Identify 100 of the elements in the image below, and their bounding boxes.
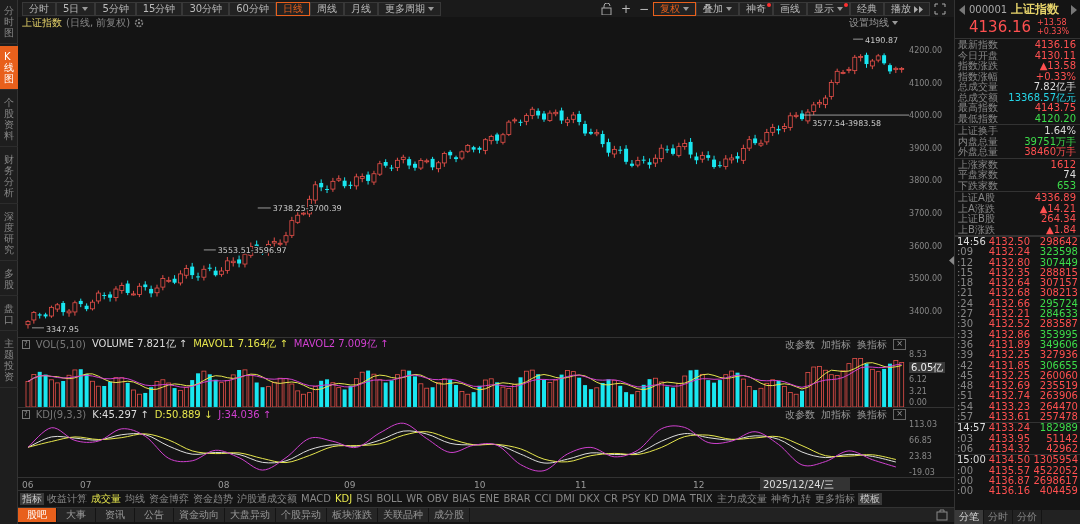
indicator-action[interactable]: 加指标 xyxy=(821,409,852,420)
ma-settings-button[interactable]: 设置均线 xyxy=(849,16,898,30)
indicator-button[interactable]: 模板 xyxy=(857,493,882,505)
period-tab[interactable]: 30分钟 xyxy=(182,2,230,16)
period-tab[interactable]: 60分钟 xyxy=(229,2,276,16)
indicator-tab[interactable]: KD xyxy=(643,493,660,505)
indicator-tab[interactable]: 收益计算 xyxy=(46,493,88,505)
indicator-tab[interactable]: 均线 xyxy=(124,493,146,505)
trade-volume: 295724 xyxy=(1038,298,1078,309)
sidebar-tab[interactable]: 多股 xyxy=(0,263,18,296)
indicator-tab[interactable]: DMA xyxy=(661,493,687,505)
period-tab[interactable]: 15分钟 xyxy=(135,2,183,16)
close-button[interactable]: × xyxy=(893,339,906,350)
indicator-tab[interactable]: DMI xyxy=(554,493,576,505)
quote-tab[interactable]: 分笔 xyxy=(955,510,984,524)
lock-icon[interactable] xyxy=(599,3,614,15)
toolbar-button[interactable]: 叠加 xyxy=(696,2,739,16)
toolbar-button[interactable]: 播放 xyxy=(884,2,930,16)
indicator-tab[interactable]: 资金趋势 xyxy=(192,493,234,505)
trade-price: 4131.89 xyxy=(987,339,1030,350)
axis-label: 08 xyxy=(218,480,230,490)
period-tab[interactable]: 5日 xyxy=(56,2,96,16)
toolbar-button[interactable]: 神奇 xyxy=(739,2,773,16)
indicator-action[interactable]: 换指标 xyxy=(857,339,888,350)
trade-time: :09 xyxy=(957,247,975,258)
zoom-button[interactable]: − xyxy=(634,3,653,15)
stock-name: 上证指数 xyxy=(1011,1,1061,18)
indicator-tab[interactable]: 资金博弈 xyxy=(148,493,190,505)
indicator-tab[interactable]: PSY xyxy=(620,493,642,505)
indicator-tab[interactable]: 神奇九转 xyxy=(769,493,812,505)
indicator-tab[interactable]: 主力成交量 xyxy=(715,493,768,505)
indicator-tab[interactable]: ENE xyxy=(478,493,501,505)
indicator-action[interactable]: 加指标 xyxy=(821,339,852,350)
indicator-tab[interactable]: DKX xyxy=(577,493,601,505)
indicator-button[interactable]: 指标 xyxy=(20,493,44,505)
indicator-tab[interactable]: 沪股通成交额 xyxy=(236,493,298,505)
period-tab[interactable]: 周线 xyxy=(309,2,344,16)
bottom-tab[interactable]: 成分股 xyxy=(429,508,470,522)
sidebar-tab[interactable]: 个股资料 xyxy=(0,92,18,147)
period-tab[interactable]: 更多周期 xyxy=(377,2,441,16)
gear-icon[interactable] xyxy=(134,18,145,28)
indicator-action[interactable]: 改参数 xyxy=(785,339,816,350)
stat-value: 4336.89 xyxy=(1034,193,1076,204)
indicator-tab[interactable]: OBV xyxy=(426,493,450,505)
indicator-tab[interactable]: BOLL xyxy=(375,493,404,505)
indicator-action[interactable]: 改参数 xyxy=(785,409,816,420)
stat-value: 264.34 xyxy=(1041,214,1076,225)
period-tab[interactable]: 5分钟 xyxy=(95,2,136,16)
axis-label: -19.03 xyxy=(909,468,935,477)
axis-label: 4100.00 xyxy=(909,78,944,89)
indicator-tab[interactable]: WR xyxy=(405,493,424,505)
indicator-tab[interactable]: RSI xyxy=(355,493,374,505)
sidebar-tab[interactable]: 主题投资 xyxy=(0,333,18,388)
quote-tab[interactable]: 分时 xyxy=(984,510,1013,524)
bottom-tab[interactable]: 股吧 xyxy=(18,508,57,522)
indicator-tab[interactable]: TRIX xyxy=(688,493,714,505)
fullscreen-icon[interactable] xyxy=(934,3,946,15)
bottom-tab[interactable]: 资讯 xyxy=(96,508,135,522)
trade-price: 4132.24 xyxy=(987,247,1030,258)
close-button[interactable]: × xyxy=(893,409,906,420)
indicator-tab[interactable]: CCI xyxy=(533,493,553,505)
indicator-tab[interactable]: BRAR xyxy=(502,493,532,505)
stat-value: 38460万手 xyxy=(1024,147,1076,158)
indicator-tab[interactable]: 更多指标 xyxy=(813,493,856,505)
sidebar-tab[interactable]: K线图 xyxy=(0,46,18,90)
sidebar-tab[interactable]: 财务分析 xyxy=(0,149,18,204)
trade-time: :39 xyxy=(957,350,975,361)
previous-icon[interactable] xyxy=(959,4,965,15)
sidebar-tab[interactable]: 盘口 xyxy=(0,298,18,331)
bottom-tab[interactable]: 資金动向 xyxy=(174,508,225,522)
stat-value: 4143.75 xyxy=(1034,103,1076,114)
bottom-tab[interactable]: 大盘异动 xyxy=(225,508,276,522)
legend-value: KDJ(9,3,3) xyxy=(35,408,87,420)
indicator-tab[interactable]: BIAS xyxy=(451,493,477,505)
bottom-tab[interactable]: 个股异动 xyxy=(276,508,327,522)
indicator-action[interactable]: 换指标 xyxy=(857,409,888,420)
toolbar-button[interactable]: 复权 xyxy=(653,2,696,16)
bottom-tab[interactable]: 板块涨跌 xyxy=(327,508,378,522)
bottom-tab[interactable]: 大事 xyxy=(57,508,96,522)
trade-volume: 307449 xyxy=(1038,257,1078,268)
indicator-tab[interactable]: 成交量 xyxy=(90,493,122,505)
toolbar-button[interactable]: 画线 xyxy=(773,2,807,16)
toolbar-button[interactable]: 显示 xyxy=(807,2,850,16)
toolbar-button[interactable]: 经典 xyxy=(850,2,884,16)
stat-value: ▲1.84 xyxy=(1046,224,1076,235)
indicator-tab[interactable]: KDJ xyxy=(334,493,354,505)
bottom-tab[interactable]: 公告 xyxy=(135,508,174,522)
window-icon[interactable] xyxy=(936,509,948,521)
sidebar-tab[interactable]: 深度研究 xyxy=(0,206,18,261)
axis-label: 3400.00 xyxy=(909,306,944,317)
bottom-tab[interactable]: 关联品种 xyxy=(378,508,429,522)
indicator-tab[interactable]: MACD xyxy=(300,493,332,505)
period-tab[interactable]: 月线 xyxy=(343,2,378,16)
indicator-tab[interactable]: CR xyxy=(602,493,619,505)
stat-value: 7.82亿手 xyxy=(1033,82,1076,93)
quote-tab[interactable]: 分价 xyxy=(1013,510,1042,524)
zoom-button[interactable]: + xyxy=(616,3,635,15)
period-tab[interactable]: 分时 xyxy=(22,2,56,16)
next-icon[interactable] xyxy=(1071,4,1077,15)
period-tab[interactable]: 日线 xyxy=(275,2,310,16)
